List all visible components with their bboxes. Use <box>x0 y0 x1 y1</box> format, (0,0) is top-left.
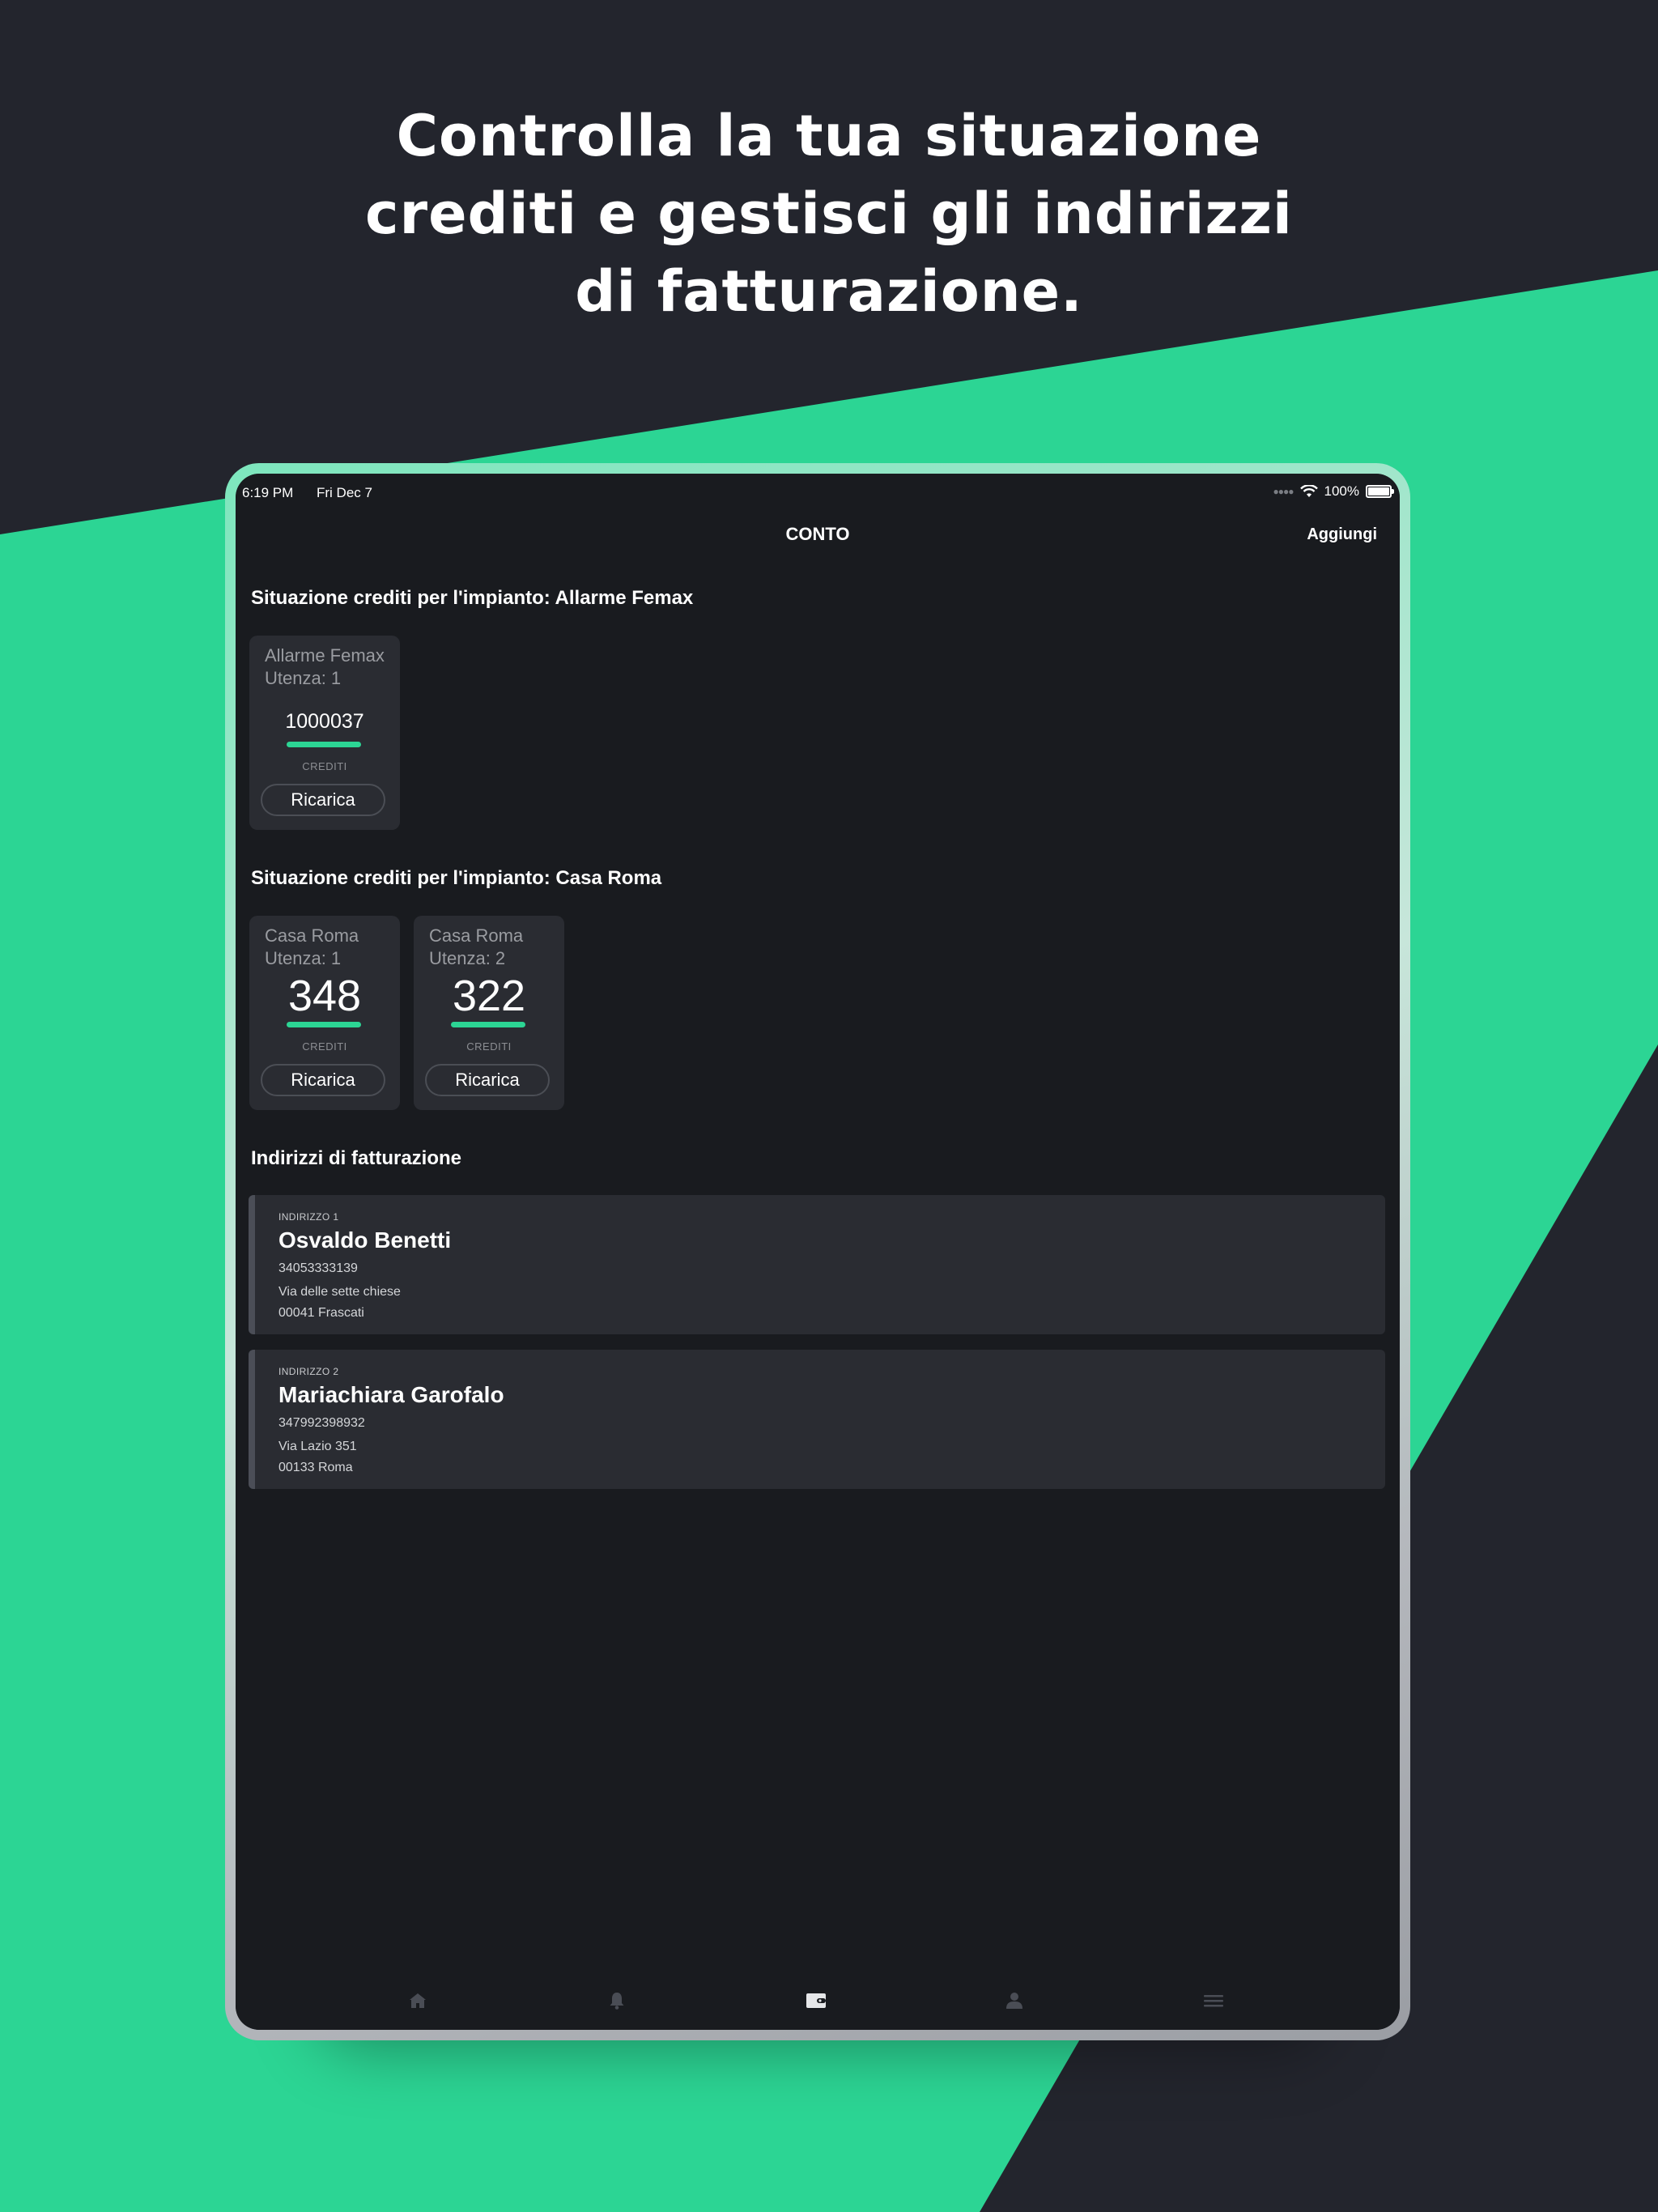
address-name: Osvaldo Benetti <box>278 1227 452 1253</box>
credit-value: 1000037 <box>285 710 364 733</box>
address-phone: 34053333139 <box>278 1261 358 1275</box>
app-screen: 6:19 PM Fri Dec 7 ●●●● 100% CONTO Aggiun… <box>236 474 1400 2030</box>
wallet-icon <box>806 1993 826 2008</box>
home-icon <box>410 1993 426 2008</box>
page-title: CONTO <box>785 524 850 544</box>
tab-profile[interactable] <box>998 1988 1031 2014</box>
card-plant-name: Casa Roma <box>429 925 524 946</box>
status-bar: 6:19 PM Fri Dec 7 ●●●● 100% <box>236 474 1400 506</box>
address-index: INDIRIZZO 2 <box>278 1366 339 1377</box>
credit-card: Casa Roma Utenza: 2 322 CREDITI Ricarica <box>414 916 564 1110</box>
bell-icon <box>610 1993 624 2010</box>
credit-value: 348 <box>287 972 362 1020</box>
address-name: Mariachiara Garofalo <box>278 1382 504 1407</box>
headline-line-1: Controlla la tua situazione <box>396 103 1262 169</box>
address-index: INDIRIZZO 1 <box>278 1211 339 1223</box>
card-user: Utenza: 2 <box>429 948 506 968</box>
billing-address-card[interactable]: INDIRIZZO 2 Mariachiara Garofalo 3479923… <box>249 1350 1385 1489</box>
credit-bar <box>287 742 361 747</box>
status-indicators: ●●●● 100% <box>1273 483 1394 500</box>
card-user: Utenza: 1 <box>265 668 342 688</box>
section-title-casa-roma: Situazione crediti per l'impianto: Casa … <box>251 867 662 889</box>
address-city: 00133 Roma <box>278 1461 353 1474</box>
recharge-button[interactable]: Ricarica <box>261 1064 385 1096</box>
tab-bar <box>236 1988 1400 2020</box>
section-title-allarme-femax: Situazione crediti per l'impianto: Allar… <box>251 587 694 609</box>
tab-wallet[interactable] <box>800 1988 832 2014</box>
user-icon <box>1006 1993 1022 2009</box>
battery-percentage: 100% <box>1324 483 1359 499</box>
card-plant-name: Allarme Femax <box>265 645 385 666</box>
address-phone: 347992398932 <box>278 1416 365 1430</box>
recharge-button[interactable]: Ricarica <box>425 1064 550 1096</box>
wifi-icon <box>1299 485 1318 497</box>
address-street: Via delle sette chiese <box>278 1285 401 1299</box>
tab-notifications[interactable] <box>601 1988 633 2014</box>
credit-bar <box>451 1022 525 1027</box>
card-plant-name: Casa Roma <box>265 925 359 946</box>
menu-icon <box>1204 1995 1223 2007</box>
billing-address-card[interactable]: INDIRIZZO 1 Osvaldo Benetti 34053333139 … <box>249 1195 1385 1334</box>
status-date: Fri Dec 7 <box>317 485 372 500</box>
credit-label: CREDITI <box>302 760 347 772</box>
status-time: 6:19 PM <box>242 485 294 500</box>
tablet-device-frame: 6:19 PM Fri Dec 7 ●●●● 100% CONTO Aggiun… <box>225 463 1410 2040</box>
battery-icon <box>1366 485 1394 498</box>
credit-label: CREDITI <box>466 1040 512 1053</box>
credit-bar <box>287 1022 361 1027</box>
tab-menu[interactable] <box>1197 1988 1230 2014</box>
address-street: Via Lazio 351 <box>278 1440 357 1453</box>
marketing-headline: Controlla la tua situazione crediti e ge… <box>0 97 1658 330</box>
credit-value: 322 <box>452 972 526 1020</box>
signal-icon: ●●●● <box>1273 486 1295 497</box>
tab-home[interactable] <box>402 1988 434 2014</box>
credit-label: CREDITI <box>302 1040 347 1053</box>
credit-card: Allarme Femax Utenza: 1 1000037 CREDITI … <box>249 636 400 830</box>
recharge-button[interactable]: Ricarica <box>261 784 385 816</box>
card-user: Utenza: 1 <box>265 948 342 968</box>
address-city: 00041 Frascati <box>278 1306 364 1320</box>
headline-line-2: crediti e gestisci gli indirizzi <box>365 181 1293 247</box>
add-button[interactable]: Aggiungi <box>1307 525 1377 544</box>
billing-section-title: Indirizzi di fatturazione <box>251 1147 462 1169</box>
headline-line-3: di fatturazione. <box>575 258 1083 325</box>
credit-card: Casa Roma Utenza: 1 348 CREDITI Ricarica <box>249 916 400 1110</box>
